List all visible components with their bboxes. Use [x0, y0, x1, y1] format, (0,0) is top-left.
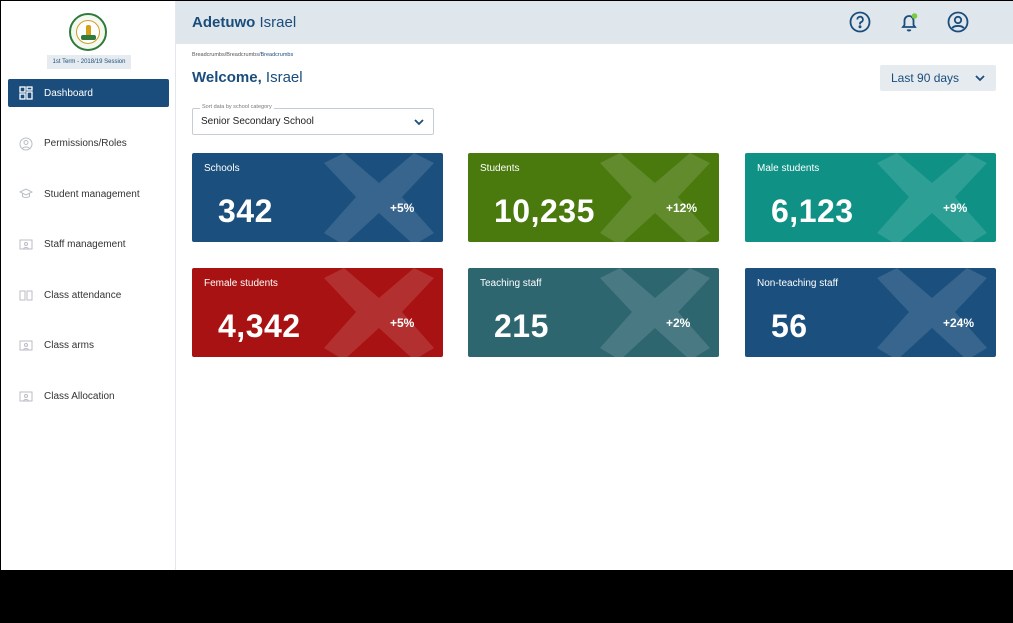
stat-label: Male students: [757, 163, 820, 174]
book-icon: [18, 287, 34, 303]
stat-delta: +2%: [666, 316, 691, 330]
page-title: Welcome, Israel: [192, 69, 303, 86]
sidebar-item-label: Student management: [44, 188, 140, 200]
bell-icon[interactable]: [898, 11, 920, 33]
card-decoration-icon: [877, 268, 987, 357]
stat-card[interactable]: Teaching staff 215 +2%: [468, 268, 719, 357]
help-icon[interactable]: [849, 11, 871, 33]
stat-delta: +5%: [390, 201, 415, 215]
filter-label: Sort data by school category: [200, 104, 274, 110]
user-icon[interactable]: [947, 11, 969, 33]
card-decoration-icon: [324, 268, 434, 357]
stat-delta: +12%: [666, 201, 698, 215]
card-decoration-icon: [324, 153, 434, 242]
graduation-cap-icon: [18, 186, 34, 202]
breadcrumb-item[interactable]: Breadcrumbs/: [192, 52, 226, 58]
user-name: Adetuwo Israel: [192, 14, 296, 31]
sidebar-item-label: Class Allocation: [44, 391, 115, 403]
sidebar-nav: Dashboard Permissions/Roles Student mana…: [8, 79, 169, 433]
sidebar-item-class-arms[interactable]: Class arms: [8, 332, 169, 360]
sidebar-item-label: Permissions/Roles: [44, 138, 127, 150]
stat-card[interactable]: Male students 6,123 +9%: [745, 153, 996, 242]
session-badge: 1st Term - 2018/19 Session: [47, 55, 131, 69]
school-category-select[interactable]: Senior Secondary School: [192, 108, 434, 135]
sidebar-item-class-allocation[interactable]: Class Allocation: [8, 383, 169, 411]
stat-label: Female students: [204, 278, 278, 289]
user-circle-icon: [18, 136, 34, 152]
sidebar-item-student-management[interactable]: Student management: [8, 180, 169, 208]
breadcrumb-item[interactable]: Breadcrumbs/: [226, 52, 260, 58]
classroom-icon: [18, 338, 34, 354]
school-logo: [69, 13, 107, 51]
user-first-name: Adetuwo: [192, 14, 256, 31]
stat-value: 10,235: [494, 193, 595, 229]
sidebar-item-dashboard[interactable]: Dashboard: [8, 79, 169, 107]
school-category-value: Senior Secondary School: [201, 116, 314, 127]
chevron-down-icon: [975, 75, 985, 82]
card-decoration-icon: [877, 153, 987, 242]
sidebar-item-label: Class attendance: [44, 289, 122, 301]
sidebar-item-label: Class arms: [44, 340, 95, 352]
app-frame: 1st Term - 2018/19 Session Dashboard Per…: [0, 0, 1013, 570]
stat-value: 342: [218, 193, 273, 229]
stat-delta: +24%: [943, 316, 975, 330]
stat-card[interactable]: Schools 342 +5%: [192, 153, 443, 242]
top-header: Adetuwo Israel: [176, 1, 1013, 44]
stat-label: Students: [480, 163, 520, 174]
sidebar-item-label: Staff management: [44, 239, 126, 251]
stat-value: 4,342: [218, 308, 301, 344]
card-decoration-icon: [600, 153, 710, 242]
breadcrumb-current: Breadcrumbs: [260, 52, 294, 58]
breadcrumb: Breadcrumbs/Breadcrumbs/Breadcrumbs: [192, 52, 293, 58]
dashboard-icon: [18, 85, 34, 101]
stat-card[interactable]: Female students 4,342 +5%: [192, 268, 443, 357]
stat-delta: +9%: [943, 201, 968, 215]
stat-label: Teaching staff: [480, 278, 542, 289]
sidebar-item-label: Dashboard: [44, 87, 93, 99]
staff-board-icon: [18, 237, 34, 253]
stat-label: Schools: [204, 163, 240, 174]
sidebar-item-class-attendance[interactable]: Class attendance: [8, 281, 169, 309]
stat-label: Non-teaching staff: [757, 278, 838, 289]
sidebar: 1st Term - 2018/19 Session Dashboard Per…: [1, 1, 176, 570]
stat-card[interactable]: Non-teaching staff 56 +24%: [745, 268, 996, 357]
sidebar-item-staff-management[interactable]: Staff management: [8, 231, 169, 259]
stat-value: 6,123: [771, 193, 854, 229]
allocation-icon: [18, 389, 34, 405]
stat-delta: +5%: [390, 316, 415, 330]
user-last-name: Israel: [259, 14, 297, 31]
welcome-name: Israel: [265, 69, 303, 86]
stat-value: 215: [494, 308, 549, 344]
date-range-value: Last 90 days: [891, 71, 960, 85]
stat-card[interactable]: Students 10,235 +12%: [468, 153, 719, 242]
stat-value: 56: [771, 308, 808, 344]
chevron-down-icon: [414, 119, 424, 126]
welcome-greeting: Welcome,: [192, 69, 262, 86]
card-decoration-icon: [600, 268, 710, 357]
sidebar-item-permissions[interactable]: Permissions/Roles: [8, 130, 169, 158]
date-range-dropdown[interactable]: Last 90 days: [880, 65, 996, 91]
